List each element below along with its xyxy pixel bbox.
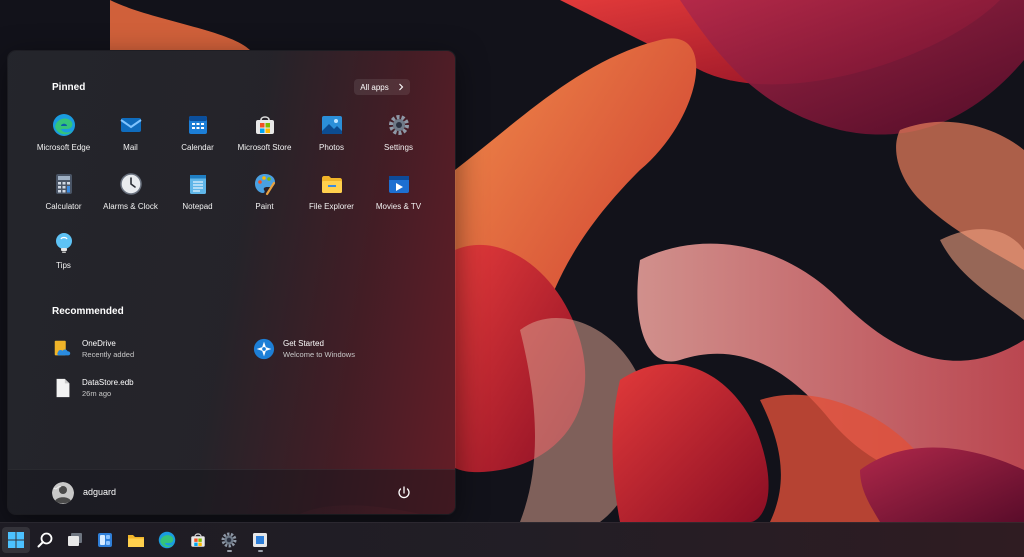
widgets-icon — [98, 533, 112, 547]
pinned-app-label: Microsoft Edge — [36, 143, 91, 152]
mail-icon — [119, 118, 142, 132]
pinned-app-label: Photos — [319, 143, 344, 152]
edge-icon — [158, 531, 176, 549]
pinned-app-movies-tv[interactable]: Movies & TV — [365, 172, 432, 222]
running-indicator — [226, 550, 232, 552]
store-icon — [255, 116, 274, 134]
running-indicator — [257, 550, 263, 552]
pinned-app-label: Paint — [255, 202, 274, 211]
recommended-title: Recommended — [52, 306, 124, 317]
user-avatar[interactable] — [52, 482, 74, 504]
user-name[interactable]: adguard — [83, 487, 116, 497]
pinned-app-label: Tips — [56, 261, 71, 270]
pinned-app-paint[interactable]: Paint — [231, 172, 298, 222]
taskbar-edge-button[interactable] — [153, 527, 181, 553]
notepad-icon — [189, 175, 206, 194]
pinned-app-label: Calculator — [45, 202, 82, 211]
taskbar-app-window-button[interactable] — [246, 527, 274, 553]
recommended-title-text: DataStore.edb — [82, 378, 134, 387]
taskbar-widgets-button[interactable] — [91, 527, 119, 553]
pinned-app-microsoft-store[interactable]: Microsoft Store — [231, 113, 298, 163]
pinned-app-tips[interactable]: Tips — [30, 231, 97, 281]
pinned-app-label: Movies & TV — [375, 202, 422, 211]
taskbar-task-view-button[interactable] — [61, 527, 89, 553]
pinned-app-calculator[interactable]: Calculator — [30, 172, 97, 222]
all-apps-button[interactable]: All apps — [354, 79, 410, 95]
all-apps-label: All apps — [360, 82, 389, 92]
taskbar — [0, 522, 1024, 557]
start-menu: Pinned All apps Microsoft Edge Mail Cale… — [8, 51, 455, 514]
pinned-app-settings[interactable]: Settings — [365, 113, 432, 163]
calculator-icon — [55, 174, 72, 194]
pinned-app-notepad[interactable]: Notepad — [164, 172, 231, 222]
pinned-app-label: Settings — [384, 143, 413, 152]
recommended-item-datastore-edb[interactable]: DataStore.edb 26m ago — [52, 375, 134, 401]
store-icon — [191, 533, 205, 547]
taskbar-store-button[interactable] — [184, 527, 212, 553]
taskbar-settings-button[interactable] — [215, 527, 243, 553]
recommended-title-text: Get Started — [283, 339, 324, 348]
power-icon — [398, 486, 410, 499]
pinned-app-calendar[interactable]: Calendar — [164, 113, 231, 163]
recommended-item-onedrive[interactable]: OneDrive Recently added — [52, 336, 134, 362]
file-explorer-icon — [128, 535, 144, 547]
start-icon — [8, 532, 24, 548]
paint-icon — [254, 174, 275, 196]
recommended-subtitle-text: 26m ago — [82, 389, 112, 398]
recommended-title-text: OneDrive — [82, 339, 116, 348]
pinned-app-label: File Explorer — [309, 202, 354, 211]
start-menu-footer: adguard — [8, 469, 455, 514]
pinned-app-microsoft-edge[interactable]: Microsoft Edge — [30, 113, 97, 163]
taskbar-search-button[interactable] — [31, 527, 59, 553]
tips-icon — [55, 233, 72, 253]
recommended-item-get-started[interactable]: Get Started Welcome to Windows — [253, 336, 355, 362]
task-view-icon — [68, 533, 82, 546]
movies-icon — [388, 176, 409, 193]
pinned-app-label: Calendar — [181, 143, 214, 152]
pinned-app-label: Notepad — [182, 202, 213, 211]
clock-icon — [119, 173, 142, 195]
pinned-app-label: Microsoft Store — [237, 143, 292, 152]
pinned-app-label: Alarms & Clock — [103, 202, 158, 211]
pinned-app-alarms-clock[interactable]: Alarms & Clock — [97, 172, 164, 222]
pinned-title: Pinned — [52, 82, 86, 93]
taskbar-start-button[interactable] — [2, 527, 30, 553]
calendar-icon — [188, 116, 207, 134]
chevron-right-icon — [398, 83, 404, 91]
folder-icon — [321, 176, 342, 193]
avatar-image-icon — [52, 482, 74, 504]
get-started-icon — [253, 338, 275, 360]
power-button[interactable] — [394, 483, 414, 503]
search-icon — [37, 532, 53, 548]
onedrive-icon — [54, 340, 71, 356]
edge-icon — [52, 114, 75, 136]
recommended-subtitle-text: Welcome to Windows — [283, 350, 355, 359]
settings-icon — [221, 532, 237, 548]
taskbar-file-explorer-button[interactable] — [122, 527, 150, 553]
pinned-app-mail[interactable]: Mail — [97, 113, 164, 163]
file-icon — [56, 378, 70, 398]
settings-icon — [388, 115, 409, 135]
recommended-subtitle-text: Recently added — [82, 350, 135, 359]
pinned-app-label: Mail — [123, 143, 138, 152]
pinned-app-file-explorer[interactable]: File Explorer — [298, 172, 365, 222]
app-window-icon — [253, 533, 267, 547]
pinned-app-photos[interactable]: Photos — [298, 113, 365, 163]
photos-icon — [321, 116, 342, 134]
